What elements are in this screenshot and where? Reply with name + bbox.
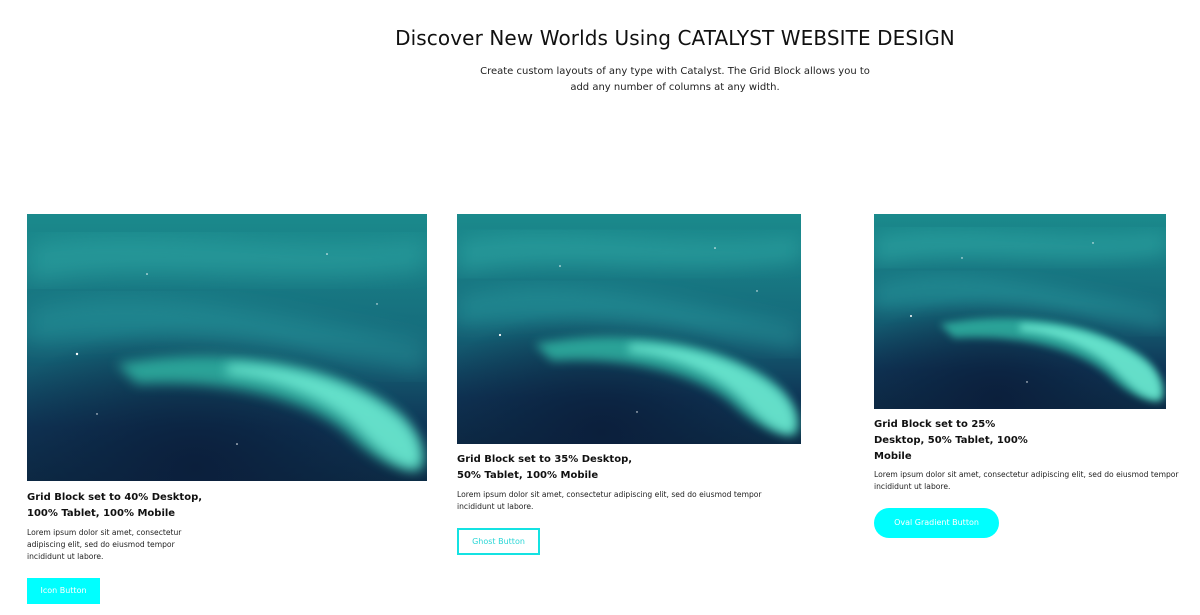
- aurora-image-graphic: [457, 214, 801, 444]
- ghost-button[interactable]: Ghost Button: [457, 528, 540, 555]
- aurora-image: [874, 214, 1166, 409]
- page-subtitle: Create custom layouts of any type with C…: [480, 66, 870, 93]
- icon-button[interactable]: Icon Button: [27, 578, 100, 604]
- aurora-image: [27, 214, 427, 481]
- card-title: Grid Block set to 35% Desktop, 50% Table…: [457, 454, 633, 481]
- aurora-image-graphic: [27, 214, 427, 481]
- card-body: Lorem ipsum dolor sit amet, consectetur …: [27, 528, 182, 561]
- page-title: Discover New Worlds Using CATALYST WEBSI…: [395, 26, 955, 50]
- card-body: Lorem ipsum dolor sit amet, consectetur …: [457, 490, 762, 511]
- grid-column-1: Grid Block set to 40% Desktop, 100% Tabl…: [27, 214, 427, 604]
- card-title: Grid Block set to 25% Desktop, 50% Table…: [874, 419, 1028, 462]
- aurora-image: [457, 214, 801, 444]
- card-title: Grid Block set to 40% Desktop, 100% Tabl…: [27, 492, 203, 519]
- card-body: Lorem ipsum dolor sit amet, consectetur …: [874, 470, 1179, 491]
- aurora-image-graphic: [874, 214, 1166, 409]
- grid-column-2: Grid Block set to 35% Desktop, 50% Table…: [457, 214, 801, 555]
- oval-gradient-button[interactable]: Oval Gradient Button: [874, 508, 999, 538]
- grid-column-3: Grid Block set to 25% Desktop, 50% Table…: [874, 214, 1200, 538]
